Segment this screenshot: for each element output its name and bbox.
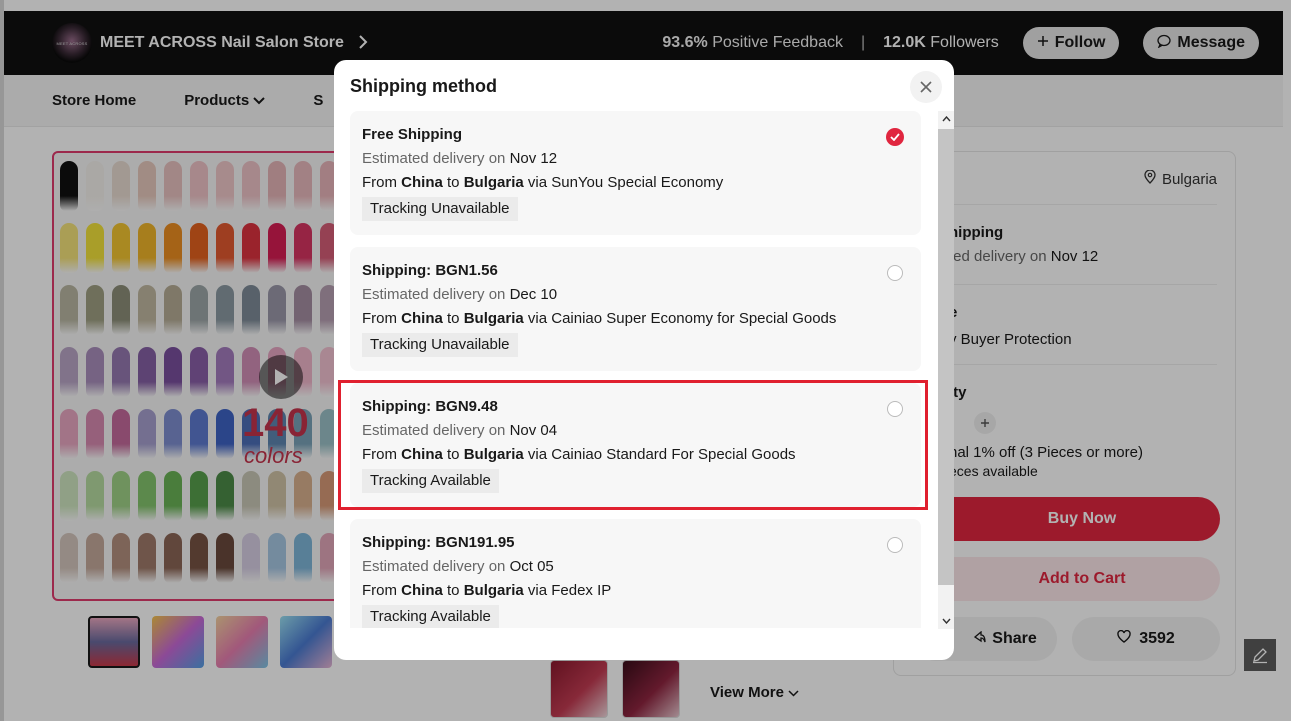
option-route: From China to Bulgaria via Cainiao Super… (362, 307, 909, 331)
option-from-label: From (362, 174, 397, 191)
option-carrier: via Cainiao Standard For Special Goods (527, 446, 796, 463)
option-title: Shipping: BGN191.95 (362, 534, 515, 551)
option-estimated-delivery: Estimated delivery on Nov 12 (362, 147, 909, 171)
scroll-down-arrow-icon[interactable] (938, 613, 954, 629)
tracking-badge: Tracking Available (362, 469, 499, 493)
option-date: Nov 12 (509, 150, 558, 167)
option-title: Shipping: BGN9.48 (362, 398, 498, 415)
shipping-options-list: Free Shipping Estimated delivery on Nov … (350, 111, 921, 628)
option-estimated-delivery: Estimated delivery on Dec 10 (362, 283, 909, 307)
option-est-prefix: Estimated delivery on (362, 150, 506, 167)
option-from-label: From (362, 446, 397, 463)
tracking-badge: Tracking Unavailable (362, 197, 518, 221)
radio-button[interactable] (887, 265, 903, 281)
option-route: From China to Bulgaria via Fedex IP (362, 579, 909, 603)
option-estimated-delivery: Estimated delivery on Oct 05 (362, 555, 909, 579)
option-date: Nov 04 (509, 422, 558, 439)
option-from-label: From (362, 582, 397, 599)
option-to-label: to (447, 310, 460, 327)
radio-button[interactable] (887, 537, 903, 553)
modal-title: Shipping method (350, 76, 497, 96)
shipping-option-free[interactable]: Free Shipping Estimated delivery on Nov … (350, 111, 921, 235)
tracking-badge: Tracking Available (362, 605, 499, 628)
option-carrier: via Fedex IP (527, 582, 612, 599)
scrollbar-thumb[interactable] (938, 129, 954, 585)
option-from: China (401, 446, 443, 463)
option-route: From China to Bulgaria via SunYou Specia… (362, 171, 909, 195)
close-icon[interactable] (910, 71, 942, 103)
option-from: China (401, 582, 443, 599)
modal-scrollbar[interactable] (938, 111, 954, 629)
scroll-up-arrow-icon[interactable] (938, 111, 954, 127)
shipping-option-bgn191-95[interactable]: Shipping: BGN191.95 Estimated delivery o… (350, 519, 921, 628)
option-carrier: via Cainiao Super Economy for Special Go… (527, 310, 837, 327)
option-est-prefix: Estimated delivery on (362, 422, 506, 439)
shipping-option-bgn1-56[interactable]: Shipping: BGN1.56 Estimated delivery on … (350, 247, 921, 371)
option-from: China (401, 310, 443, 327)
radio-button[interactable] (887, 401, 903, 417)
check-icon[interactable] (886, 128, 904, 146)
option-title: Shipping: BGN1.56 (362, 262, 498, 279)
option-to-label: to (447, 582, 460, 599)
option-to: Bulgaria (463, 174, 524, 191)
option-carrier: via SunYou Special Economy (527, 174, 724, 191)
shipping-method-modal: Shipping method Free Shipping Estimated … (334, 60, 954, 660)
option-to-label: to (447, 446, 460, 463)
option-to: Bulgaria (463, 582, 524, 599)
option-date: Dec 10 (509, 286, 558, 303)
option-from: China (401, 174, 443, 191)
option-estimated-delivery: Estimated delivery on Nov 04 (362, 419, 909, 443)
option-est-prefix: Estimated delivery on (362, 286, 506, 303)
option-to: Bulgaria (463, 446, 524, 463)
option-est-prefix: Estimated delivery on (362, 558, 506, 575)
option-title: Free Shipping (362, 126, 463, 143)
option-route: From China to Bulgaria via Cainiao Stand… (362, 443, 909, 467)
option-to: Bulgaria (463, 310, 524, 327)
shipping-option-bgn9-48[interactable]: Shipping: BGN9.48 Estimated delivery on … (350, 383, 921, 507)
tracking-badge: Tracking Unavailable (362, 333, 518, 357)
option-date: Oct 05 (509, 558, 554, 575)
option-from-label: From (362, 310, 397, 327)
option-to-label: to (447, 174, 460, 191)
